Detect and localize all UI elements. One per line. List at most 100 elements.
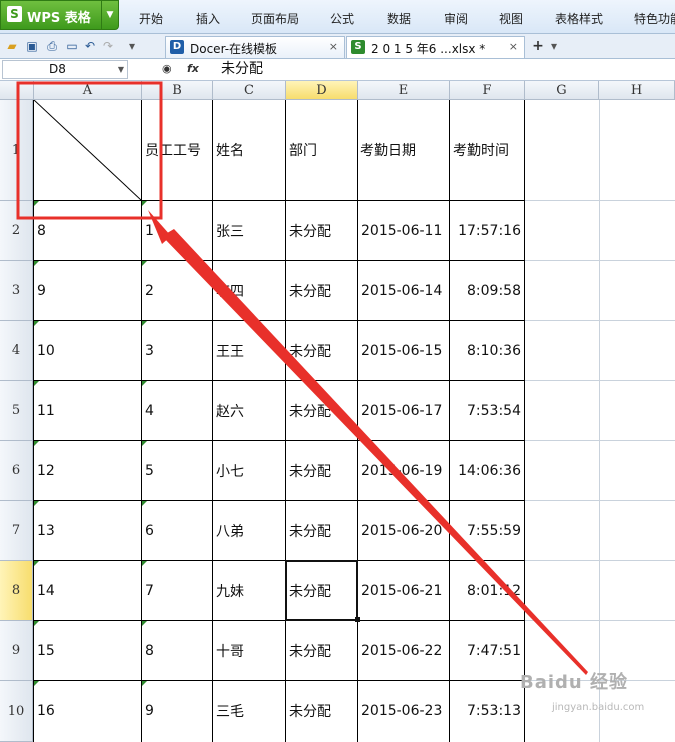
cell-c7[interactable]: 八弟	[213, 501, 285, 560]
menu-data[interactable]: 数据	[387, 10, 411, 27]
row-header-1[interactable]: 1	[0, 100, 33, 201]
menu-insert[interactable]: 插入	[196, 10, 220, 27]
cell-e3[interactable]: 2015-06-14	[358, 261, 449, 320]
cell-c4[interactable]: 王王	[213, 321, 285, 380]
save-icon[interactable]: ▣	[24, 38, 40, 54]
cell-e10[interactable]: 2015-06-23	[358, 681, 449, 740]
menu-view[interactable]: 视图	[499, 10, 523, 27]
menu-review[interactable]: 审阅	[444, 10, 468, 27]
cell-e4[interactable]: 2015-06-15	[358, 321, 449, 380]
row-header-3[interactable]: 3	[0, 261, 33, 321]
cell-d4[interactable]: 未分配	[286, 321, 357, 380]
row-header-10[interactable]: 10	[0, 681, 33, 742]
cell-b6[interactable]: 5	[142, 441, 212, 500]
row-header-9[interactable]: 9	[0, 621, 33, 681]
cell-f5[interactable]: 7:53:54	[450, 381, 524, 440]
menu-special-features[interactable]: 特色功能	[634, 10, 675, 27]
cell-c10[interactable]: 三毛	[213, 681, 285, 740]
cell-f10[interactable]: 7:53:13	[450, 681, 524, 740]
cell-b3[interactable]: 2	[142, 261, 212, 320]
cell-c3[interactable]: 李四	[213, 261, 285, 320]
row-header-5[interactable]: 5	[0, 381, 33, 441]
cell-d1[interactable]: 部门	[286, 100, 357, 200]
tab-docer[interactable]: D Docer-在线模板 ×	[165, 36, 345, 58]
menu-page-layout[interactable]: 页面布局	[251, 10, 299, 27]
fill-handle[interactable]	[355, 617, 360, 622]
select-all-corner[interactable]	[0, 81, 34, 100]
cell-a8[interactable]: 14	[34, 561, 141, 620]
cell-c1[interactable]: 姓名	[213, 100, 285, 200]
new-tab-button[interactable]: +	[530, 38, 546, 54]
cell-e5[interactable]: 2015-06-17	[358, 381, 449, 440]
chevron-down-icon[interactable]: ▼	[118, 61, 124, 78]
cell-f4[interactable]: 8:10:36	[450, 321, 524, 380]
cell-f3[interactable]: 8:09:58	[450, 261, 524, 320]
zoom-icon[interactable]: ◉	[162, 62, 172, 75]
cell-c5[interactable]: 赵六	[213, 381, 285, 440]
cell-a5[interactable]: 11	[34, 381, 141, 440]
cell-a6[interactable]: 12	[34, 441, 141, 500]
row-header-6[interactable]: 6	[0, 441, 33, 501]
cell-b10[interactable]: 9	[142, 681, 212, 740]
cell-b9[interactable]: 8	[142, 621, 212, 680]
column-header-f[interactable]: F	[450, 81, 525, 100]
row-header-2[interactable]: 2	[0, 201, 33, 261]
close-icon[interactable]: ×	[509, 40, 518, 53]
cell-b2[interactable]: 1	[142, 201, 212, 260]
column-header-b[interactable]: B	[142, 81, 213, 100]
cell-a1-diagonal[interactable]	[34, 100, 141, 200]
name-box[interactable]: D8 ▼	[2, 60, 128, 79]
chevron-down-icon[interactable]: ▾	[546, 38, 562, 54]
cell-f6[interactable]: 14:06:36	[450, 441, 524, 500]
cell-a9[interactable]: 15	[34, 621, 141, 680]
cell-a4[interactable]: 10	[34, 321, 141, 380]
cell-e6[interactable]: 2015-06-19	[358, 441, 449, 500]
cell-d6[interactable]: 未分配	[286, 441, 357, 500]
active-cell-selection[interactable]	[285, 560, 358, 621]
column-header-a[interactable]: A	[34, 81, 142, 100]
cell-b5[interactable]: 4	[142, 381, 212, 440]
menu-home[interactable]: 开始	[139, 10, 163, 27]
cell-a2[interactable]: 8	[34, 201, 141, 260]
open-folder-icon[interactable]: ▰	[4, 38, 20, 54]
cell-e7[interactable]: 2015-06-20	[358, 501, 449, 560]
cell-e2[interactable]: 2015-06-11	[358, 201, 449, 260]
row-header-4[interactable]: 4	[0, 321, 33, 381]
cell-d7[interactable]: 未分配	[286, 501, 357, 560]
cell-b4[interactable]: 3	[142, 321, 212, 380]
row-header-7[interactable]: 7	[0, 501, 33, 561]
cell-c9[interactable]: 十哥	[213, 621, 285, 680]
column-header-e[interactable]: E	[358, 81, 450, 100]
print-icon[interactable]: ⎙	[44, 38, 60, 54]
chevron-down-icon[interactable]: ▼	[101, 1, 118, 29]
cell-a3[interactable]: 9	[34, 261, 141, 320]
function-icon[interactable]: fx	[187, 62, 199, 75]
print-preview-icon[interactable]: ▭	[64, 38, 80, 54]
redo-icon[interactable]: ↷	[100, 38, 116, 54]
cell-f1[interactable]: 考勤时间	[450, 100, 524, 200]
cell-c8[interactable]: 九妹	[213, 561, 285, 620]
column-header-g[interactable]: G	[525, 81, 599, 100]
menu-table-style[interactable]: 表格样式	[555, 10, 603, 27]
cell-c6[interactable]: 小七	[213, 441, 285, 500]
cell-b7[interactable]: 6	[142, 501, 212, 560]
cell-e1[interactable]: 考勤日期	[358, 100, 449, 200]
undo-icon[interactable]: ↶	[82, 38, 98, 54]
close-icon[interactable]: ×	[329, 40, 338, 53]
cell-e8[interactable]: 2015-06-21	[358, 561, 449, 620]
cell-b1[interactable]: 员工工号	[142, 100, 212, 200]
row-header-8[interactable]: 8	[0, 561, 33, 621]
app-menu-button[interactable]: S WPS 表格 ▼	[0, 0, 119, 30]
cell-a7[interactable]: 13	[34, 501, 141, 560]
cell-d3[interactable]: 未分配	[286, 261, 357, 320]
formula-input[interactable]: 未分配	[221, 60, 263, 78]
menu-formula[interactable]: 公式	[330, 10, 354, 27]
cell-f2[interactable]: 17:57:16	[450, 201, 524, 260]
cell-f7[interactable]: 7:55:59	[450, 501, 524, 560]
cell-d2[interactable]: 未分配	[286, 201, 357, 260]
customize-toolbar-icon[interactable]: ▾	[124, 38, 140, 54]
cell-c2[interactable]: 张三	[213, 201, 285, 260]
cell-d10[interactable]: 未分配	[286, 681, 357, 740]
column-header-c[interactable]: C	[213, 81, 286, 100]
column-header-h[interactable]: H	[599, 81, 675, 100]
